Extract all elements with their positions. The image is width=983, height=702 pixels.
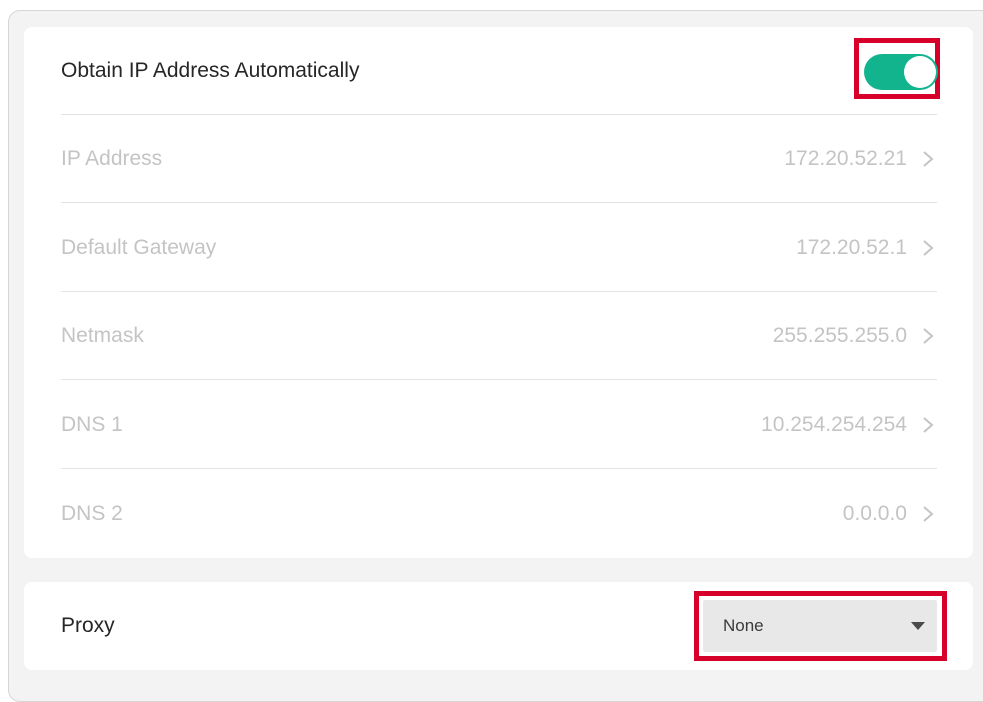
- proxy-label: Proxy: [61, 614, 115, 637]
- chevron-right-icon: [923, 417, 934, 433]
- dns1-value: 10.254.254.254: [761, 413, 907, 436]
- toggle-knob: [904, 56, 936, 88]
- caret-down-icon: [911, 622, 925, 630]
- auto-ip-row: Obtain IP Address Automatically: [61, 27, 937, 115]
- netmask-row[interactable]: Netmask 255.255.255.0: [61, 292, 937, 380]
- ip-settings-card: Obtain IP Address Automatically IP Addre…: [24, 27, 973, 558]
- netmask-label: Netmask: [61, 324, 144, 347]
- dns2-row[interactable]: DNS 2 0.0.0.0: [61, 470, 937, 558]
- chevron-right-icon: [923, 240, 934, 256]
- divider: [61, 468, 937, 469]
- ip-address-row[interactable]: IP Address 172.20.52.21: [61, 115, 937, 203]
- dns2-label: DNS 2: [61, 502, 123, 525]
- default-gateway-row[interactable]: Default Gateway 172.20.52.1: [61, 204, 937, 292]
- divider: [61, 202, 937, 203]
- default-gateway-value: 172.20.52.1: [796, 236, 907, 259]
- dns1-label: DNS 1: [61, 413, 123, 436]
- proxy-selected-value: None: [723, 616, 764, 635]
- auto-ip-label: Obtain IP Address Automatically: [61, 59, 360, 82]
- chevron-right-icon: [923, 151, 934, 167]
- ip-address-label: IP Address: [61, 147, 163, 170]
- netmask-value: 255.255.255.0: [772, 324, 907, 347]
- dns1-row[interactable]: DNS 1 10.254.254.254: [61, 381, 937, 469]
- default-gateway-label: Default Gateway: [61, 236, 217, 259]
- proxy-dropdown[interactable]: None: [703, 600, 937, 652]
- chevron-right-icon: [923, 506, 934, 522]
- divider: [61, 379, 937, 380]
- ip-address-value: 172.20.52.21: [784, 147, 907, 170]
- auto-ip-toggle[interactable]: [864, 54, 938, 90]
- chevron-right-icon: [923, 328, 934, 344]
- dns2-value: 0.0.0.0: [842, 502, 907, 525]
